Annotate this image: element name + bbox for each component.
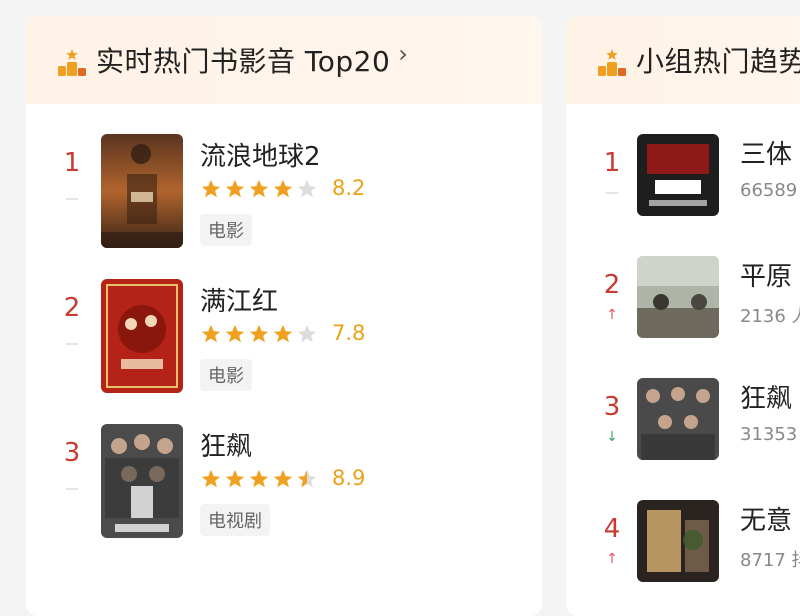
trend-flat-icon: — [65,336,79,352]
star-empty-icon [297,324,317,343]
item-title[interactable]: 狂飙 [200,426,252,463]
star-filled-icon [249,179,269,198]
star-rating [200,468,320,490]
top20-card: 实时热门书影音 Top20 › 1 — 流浪地球2 8.2 电影 2 — 满江红… [26,16,542,616]
group-title[interactable]: 狂飙 [740,378,792,415]
star-empty-icon [297,179,317,198]
list-item[interactable]: 4 ↑ 无意 8717 抖 [566,500,800,616]
category-tag: 电视剧 [200,504,270,536]
trend-flat-icon: — [605,185,619,201]
group-title[interactable]: 三体 [740,134,792,171]
rank-number: 4 [603,514,621,544]
rating-score: 8.9 [332,466,366,490]
poster-thumbnail[interactable] [101,424,183,538]
podium-icon [598,49,626,76]
group-title[interactable]: 平原 [740,256,792,293]
list-item[interactable]: 3 — 狂飙 8.9 电视剧 [26,424,542,544]
category-tag: 电影 [200,214,252,246]
star-rating [200,323,320,345]
chevron-right-icon[interactable]: › [398,40,408,68]
star-filled-icon [249,469,269,488]
group-thumbnail[interactable] [637,256,719,338]
member-count: 66589 [740,180,798,201]
top20-title[interactable]: 实时热门书影音 Top20 › [96,40,408,80]
member-count: 2136 人 [740,306,800,327]
list-item[interactable]: 2 — 满江红 7.8 电影 [26,279,542,399]
rank-number: 3 [63,438,81,468]
star-filled-icon [249,324,269,343]
poster-thumbnail[interactable] [101,134,183,248]
group-trends-header[interactable]: 小组热门趋势 [566,16,800,104]
trend-flat-icon: — [65,191,79,207]
star-filled-icon [225,179,245,198]
rank-number: 1 [63,148,81,178]
top20-title-text: 实时热门书影音 Top20 [96,45,391,78]
poster-thumbnail[interactable] [101,279,183,393]
list-item[interactable]: 1 — 流浪地球2 8.2 电影 [26,134,542,254]
item-title[interactable]: 满江红 [200,281,278,318]
rating-score: 8.2 [332,176,366,200]
member-count: 31353 [740,424,798,445]
group-thumbnail[interactable] [637,500,719,582]
trend-up-icon: ↑ [606,551,618,567]
rank-number: 1 [603,148,621,178]
rank-number: 3 [603,392,621,422]
star-filled-icon [201,179,221,198]
star-filled-icon [273,469,293,488]
member-count: 8717 抖 [740,550,800,571]
trend-down-icon: ↓ [606,429,618,445]
group-title[interactable]: 无意 [740,500,792,537]
trend-up-icon: ↑ [606,307,618,323]
rank-number: 2 [603,270,621,300]
trend-flat-icon: — [65,481,79,497]
item-title[interactable]: 流浪地球2 [200,136,321,173]
category-tag: 电影 [200,359,252,391]
list-item[interactable]: 1 — 三体 66589 [566,134,800,254]
star-half-icon [297,469,317,488]
group-thumbnail[interactable] [637,378,719,460]
star-filled-icon [201,324,221,343]
star-filled-icon [273,324,293,343]
top20-header[interactable]: 实时热门书影音 Top20 › [26,16,542,104]
list-item[interactable]: 3 ↓ 狂飙 31353 [566,378,800,498]
star-filled-icon [201,469,221,488]
list-item[interactable]: 2 ↑ 平原 2136 人 [566,256,800,376]
group-thumbnail[interactable] [637,134,719,216]
star-rating [200,178,320,200]
group-trends-title[interactable]: 小组热门趋势 [636,40,800,80]
star-filled-icon [273,179,293,198]
star-filled-icon [225,324,245,343]
rating-score: 7.8 [332,321,366,345]
rank-number: 2 [63,293,81,323]
podium-icon [58,49,86,76]
group-trends-card: 小组热门趋势 1 — 三体 66589 2 ↑ 平原 2136 3 ↓ 狂飙 3… [566,16,800,616]
star-filled-icon [225,469,245,488]
